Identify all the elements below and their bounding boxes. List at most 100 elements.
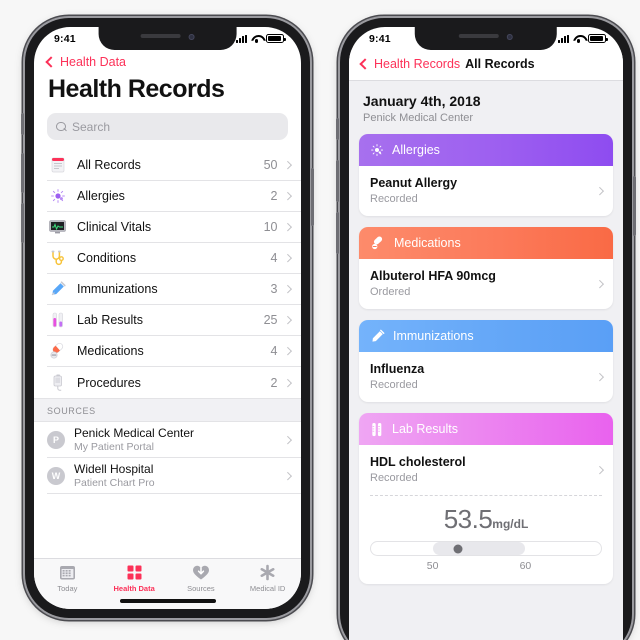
chevron-right-icon — [283, 316, 292, 324]
measurement-value-line: 53.5mg/dL — [370, 504, 602, 535]
sources-section-header: SOURCES — [34, 398, 301, 422]
volume-up-button[interactable] — [21, 153, 24, 193]
sources-heart-icon — [192, 565, 209, 580]
list-item-count: 3 — [270, 282, 278, 296]
chevron-right-icon — [595, 279, 604, 288]
entry-title: HDL cholesterol — [370, 455, 466, 469]
left-phone-device: 9:41 Health Data Health Records Search A… — [21, 18, 314, 618]
allergies-icon — [371, 144, 384, 157]
power-button[interactable] — [633, 176, 636, 236]
back-to-health-records-button[interactable]: Health Records — [359, 57, 461, 71]
avatar: P — [47, 430, 65, 449]
card-entry-row[interactable]: Albuterol HFA 90mcg Ordered — [359, 259, 613, 309]
chevron-right-icon — [283, 254, 292, 262]
list-item-count: 2 — [270, 375, 278, 390]
card-header-medications: Medications — [359, 227, 613, 259]
card-medications: Medications Albuterol HFA 90mcg Ordered — [359, 227, 613, 309]
page-title: Health Records — [48, 75, 225, 103]
screenshot-stage: 9:41 Health Data Health Records Search A… — [0, 0, 640, 640]
chevron-right-icon — [283, 192, 292, 200]
records-list: All Records 50 Allergies 2 Clinical Vita… — [34, 150, 301, 398]
entry-status: Ordered — [370, 286, 411, 298]
records-detail-body: January 4th, 2018 Penick Medical Center … — [349, 81, 623, 640]
status-time: 9:41 — [369, 32, 391, 45]
chevron-right-icon — [283, 161, 292, 169]
status-bar: 9:41 — [34, 27, 301, 50]
list-item-count: 10 — [263, 220, 278, 234]
card-header-lab-results: Lab Results — [359, 413, 613, 445]
mute-switch[interactable] — [336, 118, 339, 140]
back-to-health-data-button[interactable]: Health Data — [34, 50, 301, 69]
list-item-label: Allergies — [77, 189, 125, 203]
entry-status: Recorded — [370, 193, 418, 205]
list-item-source-penick[interactable]: P Penick Medical Center My Patient Porta… — [47, 422, 301, 458]
list-item-medications[interactable]: Medications 4 — [47, 336, 301, 367]
list-item-allergies[interactable]: Allergies 2 — [47, 181, 301, 212]
list-item-source-widell[interactable]: W Widell Hospital Patient Chart Pro — [47, 458, 301, 494]
volume-down-button[interactable] — [336, 212, 339, 254]
card-title: Medications — [394, 236, 461, 250]
home-indicator[interactable] — [119, 599, 216, 603]
volume-down-button[interactable] — [21, 203, 24, 243]
measurement-range-track — [370, 541, 602, 556]
entry-status: Recorded — [370, 472, 418, 484]
source-name: Penick Medical Center — [74, 426, 195, 440]
chevron-right-icon — [595, 372, 604, 381]
source-subtitle: Patient Chart Pro — [74, 477, 155, 489]
list-item-conditions[interactable]: Conditions 4 — [47, 243, 301, 274]
calendar-icon — [59, 566, 75, 580]
range-tick-labels: 50 60 — [370, 560, 602, 573]
list-item-label: Lab Results — [77, 313, 144, 327]
card-title: Immunizations — [393, 329, 474, 343]
list-item-label: Medications — [77, 344, 144, 358]
search-placeholder: Search — [72, 119, 111, 134]
tab-today[interactable]: Today — [34, 564, 101, 593]
list-item-count: 25 — [263, 313, 278, 327]
card-entry-row[interactable]: HDL cholesterol Recorded — [359, 445, 613, 495]
mute-switch[interactable] — [21, 113, 24, 135]
search-input[interactable]: Search — [47, 113, 288, 140]
volume-up-button[interactable] — [336, 160, 339, 202]
card-immunizations: Immunizations Influenza Recorded — [359, 320, 613, 402]
chevron-left-icon — [359, 58, 371, 70]
immunizations-icon — [47, 281, 68, 297]
back-label: Health Records — [374, 57, 461, 71]
tab-label: Health Data — [113, 584, 155, 593]
list-item-procedures[interactable]: Procedures 2 — [47, 367, 301, 398]
medications-icon — [47, 343, 68, 359]
tab-label: Medical ID — [249, 584, 286, 593]
health-data-icon — [127, 565, 142, 580]
list-item-all-records[interactable]: All Records 50 — [47, 150, 301, 181]
all-records-icon — [47, 157, 68, 173]
chevron-right-icon — [595, 186, 604, 195]
back-label: Health Data — [60, 55, 127, 69]
medications-icon — [372, 236, 383, 250]
chevron-right-icon — [283, 223, 292, 231]
tab-label: Sources — [187, 584, 215, 593]
range-low-label: 50 — [426, 560, 439, 572]
card-title: Lab Results — [392, 422, 459, 436]
chevron-right-icon — [283, 285, 292, 293]
list-item-clinical-vitals[interactable]: Clinical Vitals 10 — [47, 212, 301, 243]
entry-title: Peanut Allergy — [370, 176, 458, 190]
tab-health-data[interactable]: Health Data — [101, 564, 168, 593]
right-phone-screen: 9:41 Health Records All Records January … — [349, 27, 623, 640]
list-item-count: 50 — [263, 158, 278, 172]
cellular-bars-icon — [236, 34, 247, 43]
card-entry-row[interactable]: Peanut Allergy Recorded — [359, 166, 613, 216]
right-phone-device: 9:41 Health Records All Records January … — [336, 18, 636, 640]
record-date-header: January 4th, 2018 Penick Medical Center — [359, 81, 613, 134]
power-button[interactable] — [311, 168, 314, 226]
measurement-value: 53.5 — [443, 504, 493, 534]
chevron-right-icon — [283, 471, 292, 480]
nav-title: All Records — [465, 57, 535, 71]
tab-medical-id[interactable]: Medical ID — [234, 564, 301, 593]
card-entry-row[interactable]: Influenza Recorded — [359, 352, 613, 402]
list-item-immunizations[interactable]: Immunizations 3 — [47, 274, 301, 305]
tab-sources[interactable]: Sources — [168, 564, 235, 593]
list-item-lab-results[interactable]: Lab Results 25 — [47, 305, 301, 336]
lab-results-icon — [47, 312, 68, 328]
lab-results-icon — [372, 422, 382, 436]
tab-label: Today — [57, 584, 78, 593]
list-item-label: Procedures — [77, 375, 141, 390]
